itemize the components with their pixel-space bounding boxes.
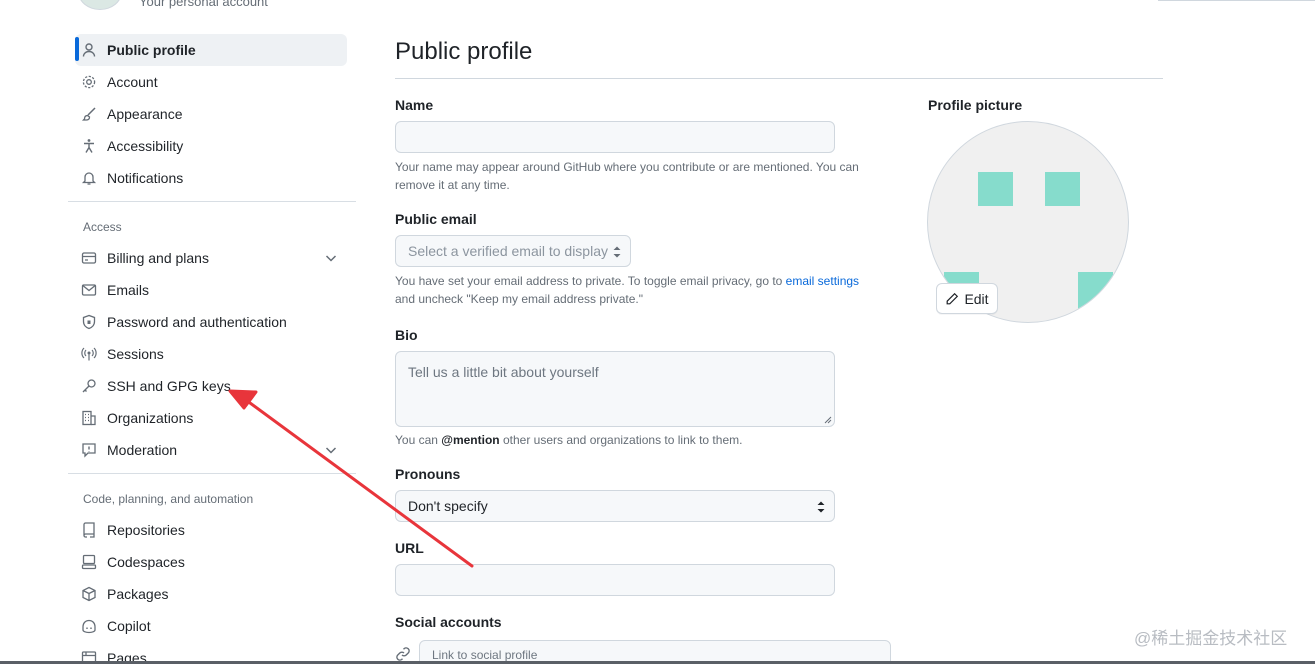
header-divider bbox=[1158, 0, 1315, 1]
url-field[interactable] bbox=[395, 564, 835, 596]
public-email-selected: Select a verified email to display bbox=[408, 243, 608, 259]
sidebar-item-label: Codespaces bbox=[107, 554, 185, 570]
credit-card-icon bbox=[81, 250, 97, 266]
select-arrows-icon bbox=[613, 246, 621, 258]
bio-placeholder: Tell us a little bit about yourself bbox=[408, 364, 599, 380]
sidebar-divider bbox=[68, 201, 356, 202]
sidebar-item-label: Billing and plans bbox=[107, 250, 209, 266]
sidebar-item-repositories[interactable]: Repositories bbox=[75, 514, 347, 546]
organization-icon bbox=[81, 410, 97, 426]
public-email-note-text-end: and uncheck "Keep my email address priva… bbox=[395, 292, 643, 306]
sidebar-item-password[interactable]: Password and authentication bbox=[75, 306, 347, 338]
mention-text: @mention bbox=[441, 433, 500, 447]
identicon-block bbox=[1045, 172, 1080, 206]
report-icon bbox=[81, 442, 97, 458]
chevron-down-icon[interactable] bbox=[323, 442, 339, 458]
select-arrows-icon bbox=[817, 501, 825, 513]
sidebar-item-organizations[interactable]: Organizations bbox=[75, 402, 347, 434]
sidebar-item-label: Password and authentication bbox=[107, 314, 287, 330]
email-settings-link[interactable]: email settings bbox=[786, 274, 859, 288]
edit-profile-picture-button[interactable]: Edit bbox=[936, 283, 998, 314]
sidebar-item-label: Notifications bbox=[107, 170, 184, 186]
sidebar-item-label: Account bbox=[107, 74, 158, 90]
sidebar-item-label: Appearance bbox=[107, 106, 183, 122]
link-icon bbox=[396, 647, 410, 661]
profile-form: Public profile Name Your name may appear… bbox=[395, 0, 1165, 664]
public-email-select[interactable]: Select a verified email to display bbox=[395, 235, 631, 267]
sidebar-divider bbox=[68, 473, 356, 474]
pronouns-label: Pronouns bbox=[395, 466, 461, 482]
sidebar-item-label: Emails bbox=[107, 282, 150, 298]
sidebar-item-label: SSH and GPG keys bbox=[107, 378, 231, 394]
name-label: Name bbox=[395, 97, 434, 113]
copilot-icon bbox=[81, 618, 97, 634]
sidebar-item-label: Accessibility bbox=[107, 138, 184, 154]
sidebar-item-label: Organizations bbox=[107, 410, 194, 426]
account-subtitle: Your personal account bbox=[139, 0, 268, 9]
public-email-note: You have set your email address to priva… bbox=[395, 272, 875, 308]
bio-textarea[interactable]: Tell us a little bit about yourself bbox=[395, 351, 835, 427]
sidebar-item-codespaces[interactable]: Codespaces bbox=[75, 546, 347, 578]
shield-lock-icon bbox=[81, 314, 97, 330]
watermark: @稀土掘金技术社区 bbox=[1134, 629, 1288, 648]
sidebar-item-notifications[interactable]: Notifications bbox=[75, 162, 347, 194]
sidebar-item-ssh-gpg[interactable]: SSH and GPG keys bbox=[75, 370, 347, 402]
sidebar-item-label: Repositories bbox=[107, 522, 185, 538]
sidebar-item-emails[interactable]: Emails bbox=[75, 274, 347, 306]
url-label: URL bbox=[395, 540, 424, 556]
sidebar-item-appearance[interactable]: Appearance bbox=[75, 98, 347, 130]
sidebar-item-sessions[interactable]: Sessions bbox=[75, 338, 347, 370]
active-indicator bbox=[75, 37, 79, 61]
title-divider bbox=[395, 78, 1163, 79]
mail-icon bbox=[81, 282, 97, 298]
sidebar-item-label: Moderation bbox=[107, 442, 178, 458]
bio-note: You can @mention other users and organiz… bbox=[395, 431, 875, 449]
accessibility-icon bbox=[81, 138, 97, 154]
resize-handle-icon[interactable] bbox=[824, 416, 832, 424]
sidebar-item-copilot[interactable]: Copilot bbox=[75, 610, 347, 642]
bell-icon bbox=[81, 170, 97, 186]
name-field[interactable] bbox=[395, 121, 835, 153]
gear-icon bbox=[81, 74, 97, 90]
codespaces-icon bbox=[81, 554, 97, 570]
sidebar-item-billing[interactable]: Billing and plans bbox=[75, 242, 347, 274]
identicon-block bbox=[1078, 272, 1113, 312]
edit-label: Edit bbox=[964, 290, 989, 307]
pencil-icon bbox=[947, 292, 959, 304]
account-avatar bbox=[78, 0, 122, 10]
identicon-block bbox=[978, 172, 1013, 206]
social-accounts-label: Social accounts bbox=[395, 614, 502, 630]
key-icon bbox=[81, 378, 97, 394]
package-icon bbox=[81, 586, 97, 602]
sidebar-item-packages[interactable]: Packages bbox=[75, 578, 347, 610]
pronouns-selected: Don't specify bbox=[408, 498, 488, 514]
public-email-note-text: You have set your email address to priva… bbox=[395, 274, 786, 288]
chevron-down-icon[interactable] bbox=[323, 250, 339, 266]
sidebar-section-access: Access bbox=[83, 220, 122, 234]
broadcast-icon bbox=[81, 346, 97, 362]
sidebar-section-code: Code, planning, and automation bbox=[83, 492, 254, 506]
sidebar-item-moderation[interactable]: Moderation bbox=[75, 434, 347, 466]
social-placeholder: Link to social profile bbox=[432, 648, 538, 662]
name-note: Your name may appear around GitHub where… bbox=[395, 160, 859, 192]
sidebar-item-public-profile[interactable]: Public profile bbox=[75, 34, 347, 66]
profile-picture-label: Profile picture bbox=[928, 97, 1023, 113]
sidebar-item-accessibility[interactable]: Accessibility bbox=[75, 130, 347, 162]
sidebar-item-label: Packages bbox=[107, 586, 169, 602]
repo-icon bbox=[81, 522, 97, 538]
public-email-label: Public email bbox=[395, 211, 477, 227]
page-title: Public profile bbox=[395, 38, 533, 65]
sidebar-item-label: Public profile bbox=[107, 42, 196, 58]
paintbrush-icon bbox=[81, 106, 97, 122]
sidebar-item-label: Copilot bbox=[107, 618, 151, 634]
sidebar-item-account[interactable]: Account bbox=[75, 66, 347, 98]
bio-note-text: You can bbox=[395, 433, 442, 447]
pronouns-select[interactable]: Don't specify bbox=[395, 490, 835, 522]
bio-label: Bio bbox=[395, 327, 418, 343]
sidebar-item-label: Sessions bbox=[107, 346, 164, 362]
bio-note-text-end: other users and organizations to link to… bbox=[499, 433, 743, 447]
person-icon bbox=[81, 42, 97, 58]
